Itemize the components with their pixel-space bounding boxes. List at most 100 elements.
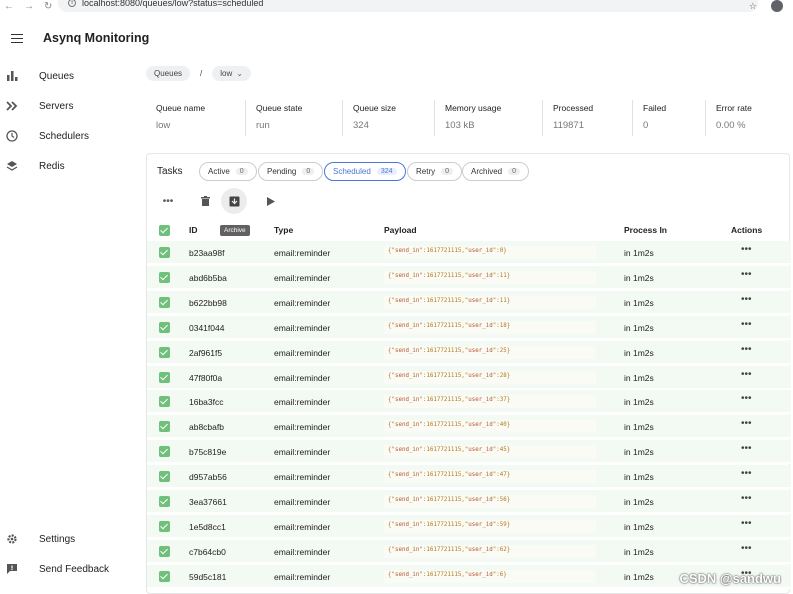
row-actions-icon[interactable]: ••• xyxy=(741,319,752,330)
task-id[interactable]: abd6b5ba xyxy=(189,273,227,283)
stat-error-rate: Error rate 0.00 % xyxy=(705,100,789,136)
row-actions-icon[interactable]: ••• xyxy=(741,443,752,454)
avatar[interactable] xyxy=(771,0,783,12)
tab-retry[interactable]: Retry 0 xyxy=(407,162,463,181)
row-actions-icon[interactable]: ••• xyxy=(741,418,752,429)
row-actions-icon[interactable]: ••• xyxy=(741,518,752,529)
task-id[interactable]: 3ea37661 xyxy=(189,497,227,507)
table-row[interactable]: 3ea37661 email:reminder {"send_in":1617721… xyxy=(147,490,791,514)
row-checkbox[interactable] xyxy=(159,421,170,433)
more-icon[interactable]: ••• xyxy=(155,188,181,214)
sidebar-item-settings[interactable]: Settings xyxy=(0,526,140,552)
payload-send-in: 1617721115 xyxy=(426,521,462,528)
archive-icon[interactable] xyxy=(221,188,247,214)
row-checkbox[interactable] xyxy=(159,545,170,557)
sidebar: Queues Servers Schedulers Redis Settings… xyxy=(0,63,140,594)
row-checkbox[interactable] xyxy=(159,247,170,258)
sidebar-item-redis[interactable]: Redis xyxy=(0,153,140,179)
row-actions-icon[interactable]: ••• xyxy=(741,269,752,280)
task-id[interactable]: 2af961f5 xyxy=(189,348,222,358)
row-checkbox[interactable] xyxy=(159,496,170,507)
menu-icon[interactable] xyxy=(11,33,23,43)
address-bar[interactable]: i localhost:8080/queues/low?status=sched… xyxy=(58,0,758,12)
table-row[interactable]: c7b64cb0 email:reminder {"send_in":1617721… xyxy=(147,539,791,564)
row-checkbox[interactable] xyxy=(159,321,170,333)
table-row[interactable]: abd6b5ba email:reminder {"send_in":1617721… xyxy=(147,265,791,290)
star-icon[interactable]: ☆ xyxy=(749,1,757,12)
task-id[interactable]: 1e5d8cc1 xyxy=(189,522,226,532)
sidebar-item-send-feedback[interactable]: Send Feedback xyxy=(0,556,140,582)
row-actions-icon[interactable]: ••• xyxy=(741,543,752,554)
task-id[interactable]: ab8cbafb xyxy=(189,422,224,432)
payload-user-id: 37 xyxy=(499,397,507,404)
clock-icon xyxy=(5,130,19,142)
task-payload: {"send_in":1617721115,"user_id":37} xyxy=(384,395,596,409)
task-id[interactable]: b75c819e xyxy=(189,447,226,457)
table-row[interactable]: ab8cbafb email:reminder {"send_in":1617721… xyxy=(147,415,791,440)
select-all-checkbox[interactable] xyxy=(159,225,170,236)
row-actions-icon[interactable]: ••• xyxy=(741,393,752,404)
stat-value: 0.00 % xyxy=(716,120,746,131)
table-row[interactable]: 47f80f0a email:reminder {"send_in":1617721… xyxy=(147,365,791,390)
task-process-in: in 1m2s xyxy=(624,571,654,582)
task-id[interactable]: 59d5c181 xyxy=(189,572,226,582)
row-checkbox[interactable] xyxy=(159,296,170,308)
breadcrumb-queue-select[interactable]: low ⌄ xyxy=(212,66,251,81)
row-checkbox[interactable] xyxy=(159,271,170,283)
info-icon[interactable]: i xyxy=(68,0,76,7)
task-id[interactable]: 0341f044 xyxy=(189,323,224,333)
table-row[interactable]: b75c819e email:reminder {"send_in":1617721… xyxy=(147,440,791,465)
table-row[interactable]: 1e5d8cc1 email:reminder {"send_in":1617721… xyxy=(147,514,791,539)
task-process-in: in 1m2s xyxy=(624,546,654,557)
delete-icon[interactable] xyxy=(192,188,218,214)
row-actions-icon[interactable]: ••• xyxy=(741,369,752,380)
task-type: email:reminder xyxy=(274,248,331,258)
row-checkbox[interactable] xyxy=(159,371,170,383)
task-type: email:reminder xyxy=(274,422,331,433)
table-row[interactable]: 16ba3fcc email:reminder {"send_in":1617721… xyxy=(147,390,791,415)
col-type: Type xyxy=(274,225,294,235)
row-actions-icon[interactable]: ••• xyxy=(741,344,752,355)
task-id[interactable]: c7b64cb0 xyxy=(189,547,226,557)
task-id[interactable]: b23aa98f xyxy=(189,248,224,258)
task-id[interactable]: 47f80f0a xyxy=(189,373,222,383)
table-row[interactable]: 2af961f5 email:reminder {"send_in":1617721… xyxy=(147,340,791,365)
tab-active[interactable]: Active 0 xyxy=(199,162,257,181)
chevron-down-icon: ⌄ xyxy=(236,69,243,78)
task-id[interactable]: d957ab56 xyxy=(189,472,227,482)
table-row[interactable]: 0341f044 email:reminder {"send_in":1617721… xyxy=(147,315,791,340)
forward-icon[interactable]: → xyxy=(24,1,34,12)
back-icon[interactable]: ← xyxy=(4,1,14,12)
tab-archived[interactable]: Archived 0 xyxy=(462,162,530,181)
task-id[interactable]: b622bb98 xyxy=(189,298,227,308)
breadcrumb-queues[interactable]: Queues xyxy=(146,66,191,81)
stat-label: Error rate xyxy=(716,103,752,113)
row-checkbox[interactable] xyxy=(159,471,170,483)
play-icon[interactable] xyxy=(258,188,284,214)
table-row[interactable]: b622bb98 email:reminder {"send_in":1617721… xyxy=(147,290,791,315)
row-actions-icon[interactable]: ••• xyxy=(741,493,752,504)
tab-scheduled[interactable]: Scheduled 324 xyxy=(324,162,406,181)
sidebar-item-schedulers[interactable]: Schedulers xyxy=(0,123,140,149)
row-actions-icon[interactable]: ••• xyxy=(741,244,752,255)
stat-label: Failed xyxy=(643,103,667,113)
task-process-in: in 1m2s xyxy=(624,521,654,532)
task-id[interactable]: 16ba3fcc xyxy=(189,397,224,407)
stat-label: Queue state xyxy=(256,103,303,113)
row-checkbox[interactable] xyxy=(159,346,170,358)
row-actions-icon[interactable]: ••• xyxy=(741,468,752,479)
row-checkbox[interactable] xyxy=(159,520,170,532)
tab-label: Scheduled xyxy=(333,167,371,176)
table-row[interactable]: d957ab56 email:reminder {"send_in":1617721… xyxy=(147,465,791,490)
row-actions-icon[interactable]: ••• xyxy=(741,294,752,305)
row-checkbox[interactable] xyxy=(159,446,170,458)
reload-icon[interactable]: ↻ xyxy=(44,1,52,12)
sidebar-item-queues[interactable]: Queues xyxy=(0,63,140,89)
breadcrumb-separator: / xyxy=(200,69,203,78)
row-checkbox[interactable] xyxy=(159,570,170,582)
table-row[interactable]: b23aa98f email:reminder {"send_in":1617721… xyxy=(147,241,791,265)
stat-failed: Failed 0 xyxy=(632,100,705,136)
sidebar-item-servers[interactable]: Servers xyxy=(0,93,140,119)
tab-pending[interactable]: Pending 0 xyxy=(258,162,324,181)
row-checkbox[interactable] xyxy=(159,396,170,408)
